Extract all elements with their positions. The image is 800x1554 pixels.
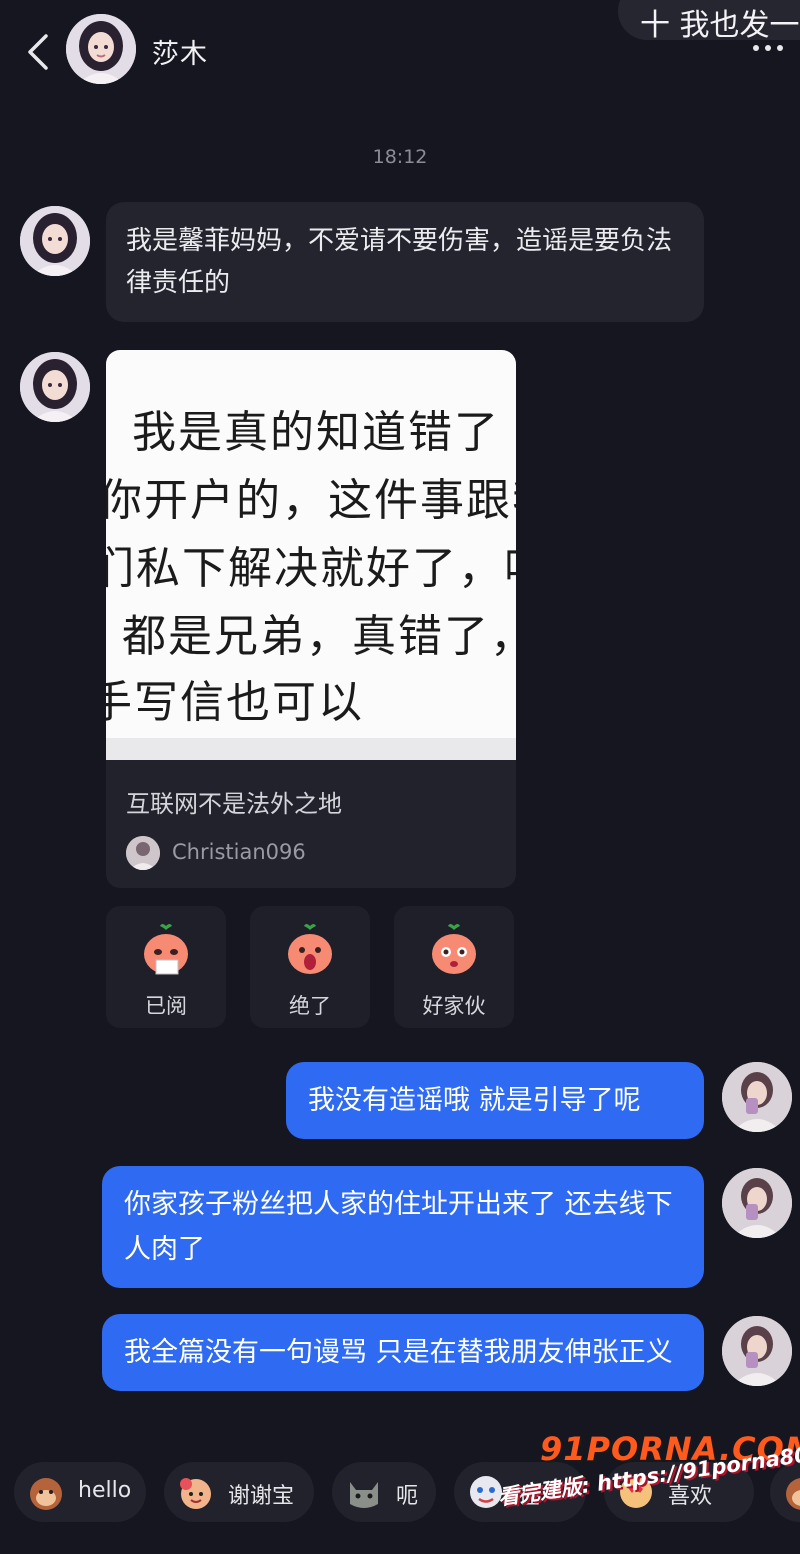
message-timestamp: 18:12 (372, 146, 428, 168)
cat-icon (350, 1482, 378, 1508)
sender-avatar[interactable] (20, 206, 90, 276)
my-avatar[interactable] (722, 1316, 792, 1386)
more-options-icon[interactable] (748, 40, 788, 54)
reaction-label: 已阅 (145, 994, 187, 1018)
quick-reply-label: hello (78, 1478, 132, 1503)
flower-face-icon (180, 1478, 211, 1509)
image-text-line: 手写信也可以 (106, 677, 364, 728)
quick-reply-label: 谢谢宝 (228, 1484, 295, 1509)
sender-avatar[interactable] (20, 352, 90, 422)
quick-reply-uh[interactable]: 呃 (332, 1462, 436, 1522)
outgoing-message-bubble[interactable]: 我没有造谣哦 就是引导了呢 (286, 1062, 704, 1139)
reaction-label: 好家伙 (422, 994, 486, 1018)
peach-shocked-icon (288, 924, 332, 974)
quick-reply-label: 呃 (396, 1484, 419, 1509)
card-author-name: Christian096 (172, 840, 306, 864)
quick-reply-hello[interactable]: hello (14, 1462, 146, 1522)
my-avatar[interactable] (722, 1062, 792, 1132)
image-text-line: 你开户的，这件事跟我 (106, 475, 516, 526)
monkey-icon (30, 1478, 62, 1510)
reaction-amazing-button[interactable]: 绝了 (250, 906, 370, 1028)
watermark: 91PORNA.COM 看完建版: https://91porna80.com (496, 1430, 800, 1546)
peach-surprised-icon (432, 924, 476, 974)
reaction-label: 绝了 (289, 994, 331, 1018)
contact-avatar[interactable] (66, 14, 136, 84)
top-action-pill[interactable]: 十 我也发一 (618, 0, 800, 43)
author-avatar (126, 836, 160, 870)
image-text-line: 们私下解决就好了，吧 (106, 543, 516, 594)
peach-reading-icon (144, 924, 188, 975)
image-text-line: 都是兄弟，真错了， (122, 611, 516, 662)
quick-reply-thanks[interactable]: 谢谢宝 (164, 1462, 314, 1522)
my-avatar[interactable] (722, 1168, 792, 1238)
incoming-message-bubble[interactable]: 我是馨菲妈妈，不爱请不要伤害，造谣是要负法律责任的 (106, 202, 704, 322)
shared-post-image: 我是真的知道错了 你开户的，这件事跟我 们私下解决就好了，吧 都是兄弟，真错了，… (106, 350, 516, 760)
reaction-read-button[interactable]: 已阅 (106, 906, 226, 1028)
outgoing-message-bubble[interactable]: 你家孩子粉丝把人家的住址开出来了 还去线下人肉了 (102, 1166, 704, 1288)
card-title: 互联网不是法外之地 (126, 790, 342, 818)
shared-post-card[interactable]: 我是真的知道错了 你开户的，这件事跟我 们私下解决就好了，吧 都是兄弟，真错了，… (106, 350, 516, 888)
image-text-line: 我是真的知道错了 (132, 407, 500, 458)
contact-name: 莎木 (152, 39, 208, 70)
outgoing-message-bubble[interactable]: 我全篇没有一句谩骂 只是在替我朋友伸张正义 (102, 1314, 704, 1391)
back-chevron-icon[interactable] (18, 30, 58, 74)
reaction-wow-button[interactable]: 好家伙 (394, 906, 514, 1028)
image-bottom-strip (106, 738, 516, 760)
top-pill-label: 十 我也发一 (640, 8, 800, 43)
